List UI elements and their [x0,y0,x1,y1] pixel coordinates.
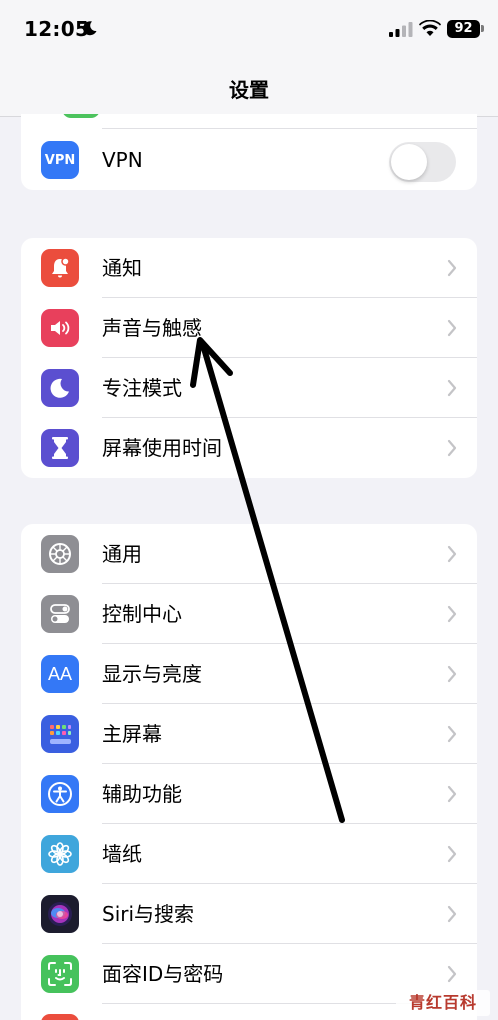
sos-icon-partial [41,1014,79,1020]
cellular-icon-partial [62,114,100,118]
vpn-toggle[interactable] [389,142,456,182]
chevron-right-icon [447,845,457,863]
row-label: Siri与搜索 [102,902,195,926]
row-label: 墙纸 [102,842,142,866]
siri-icon [41,895,79,933]
settings-row-sounds[interactable]: 声音与触感 [21,298,477,358]
vpn-icon: VPN [41,141,79,179]
hourglass-icon [41,429,79,467]
text-size-icon: AA [41,655,79,693]
bell-icon [41,249,79,287]
chevron-right-icon [447,665,457,683]
chevron-right-icon [447,545,457,563]
settings-row-notifications[interactable]: 通知 [21,238,477,298]
settings-row-focus[interactable]: 专注模式 [21,358,477,418]
row-label: 屏幕使用时间 [102,436,222,460]
chevron-right-icon [447,965,457,983]
row-label: 通知 [102,256,142,280]
moon-icon [83,21,97,36]
settings-group-notifications: 通知 声音与触感 专注模式 屏幕使用时间 [21,238,477,478]
row-label: 辅助功能 [102,782,182,806]
battery-icon: 92 [447,20,480,38]
chevron-right-icon [447,319,457,337]
chevron-right-icon [447,259,457,277]
row-label: 声音与触感 [102,316,202,340]
row-label: 控制中心 [102,602,182,626]
chevron-right-icon [447,785,457,803]
flower-icon [41,835,79,873]
page-title: 设置 [229,78,269,102]
accessibility-icon [41,775,79,813]
face-id-icon [41,955,79,993]
wifi-icon [419,20,441,36]
row-separator [102,128,477,129]
text-size-icon-text: AA [47,663,72,684]
row-label: 面容ID与密码 [102,962,224,986]
row-label: 通用 [102,542,142,566]
settings-group-network: VPN VPN [21,114,477,190]
gear-icon [41,535,79,573]
toggle-knob [391,144,427,180]
row-label: 显示与亮度 [102,662,202,686]
settings-group-general: 通用 控制中心 AA 显示与亮度 主屏幕 辅助功能 墙纸 Siri与搜索 面容I… [21,524,477,1020]
status-time: 12:05 [24,17,90,41]
chevron-right-icon [447,605,457,623]
settings-row-display[interactable]: AA 显示与亮度 [21,644,477,704]
toggles-icon [41,595,79,633]
vpn-label: VPN [102,148,143,172]
chevron-right-icon [447,725,457,743]
settings-row-vpn[interactable]: VPN VPN [21,130,477,190]
status-bar: 12:05 92 [0,0,498,60]
cellular-signal-icon [389,22,413,37]
moon-icon [41,369,79,407]
chevron-right-icon [447,439,457,457]
speaker-icon [41,309,79,347]
chevron-right-icon [447,905,457,923]
home-grid-icon [41,715,79,753]
settings-row-accessibility[interactable]: 辅助功能 [21,764,477,824]
row-label: 主屏幕 [102,722,162,746]
settings-row-siri[interactable]: Siri与搜索 [21,884,477,944]
chevron-right-icon [447,379,457,397]
settings-row-home-screen[interactable]: 主屏幕 [21,704,477,764]
settings-row-wallpaper[interactable]: 墙纸 [21,824,477,884]
vpn-icon-text: VPN [44,152,76,168]
settings-row-screen-time[interactable]: 屏幕使用时间 [21,418,477,478]
settings-row-control-center[interactable]: 控制中心 [21,584,477,644]
watermark: 青红百科 [396,990,490,1016]
settings-row-general[interactable]: 通用 [21,524,477,584]
row-label: 专注模式 [102,376,182,400]
battery-tip [481,25,484,32]
